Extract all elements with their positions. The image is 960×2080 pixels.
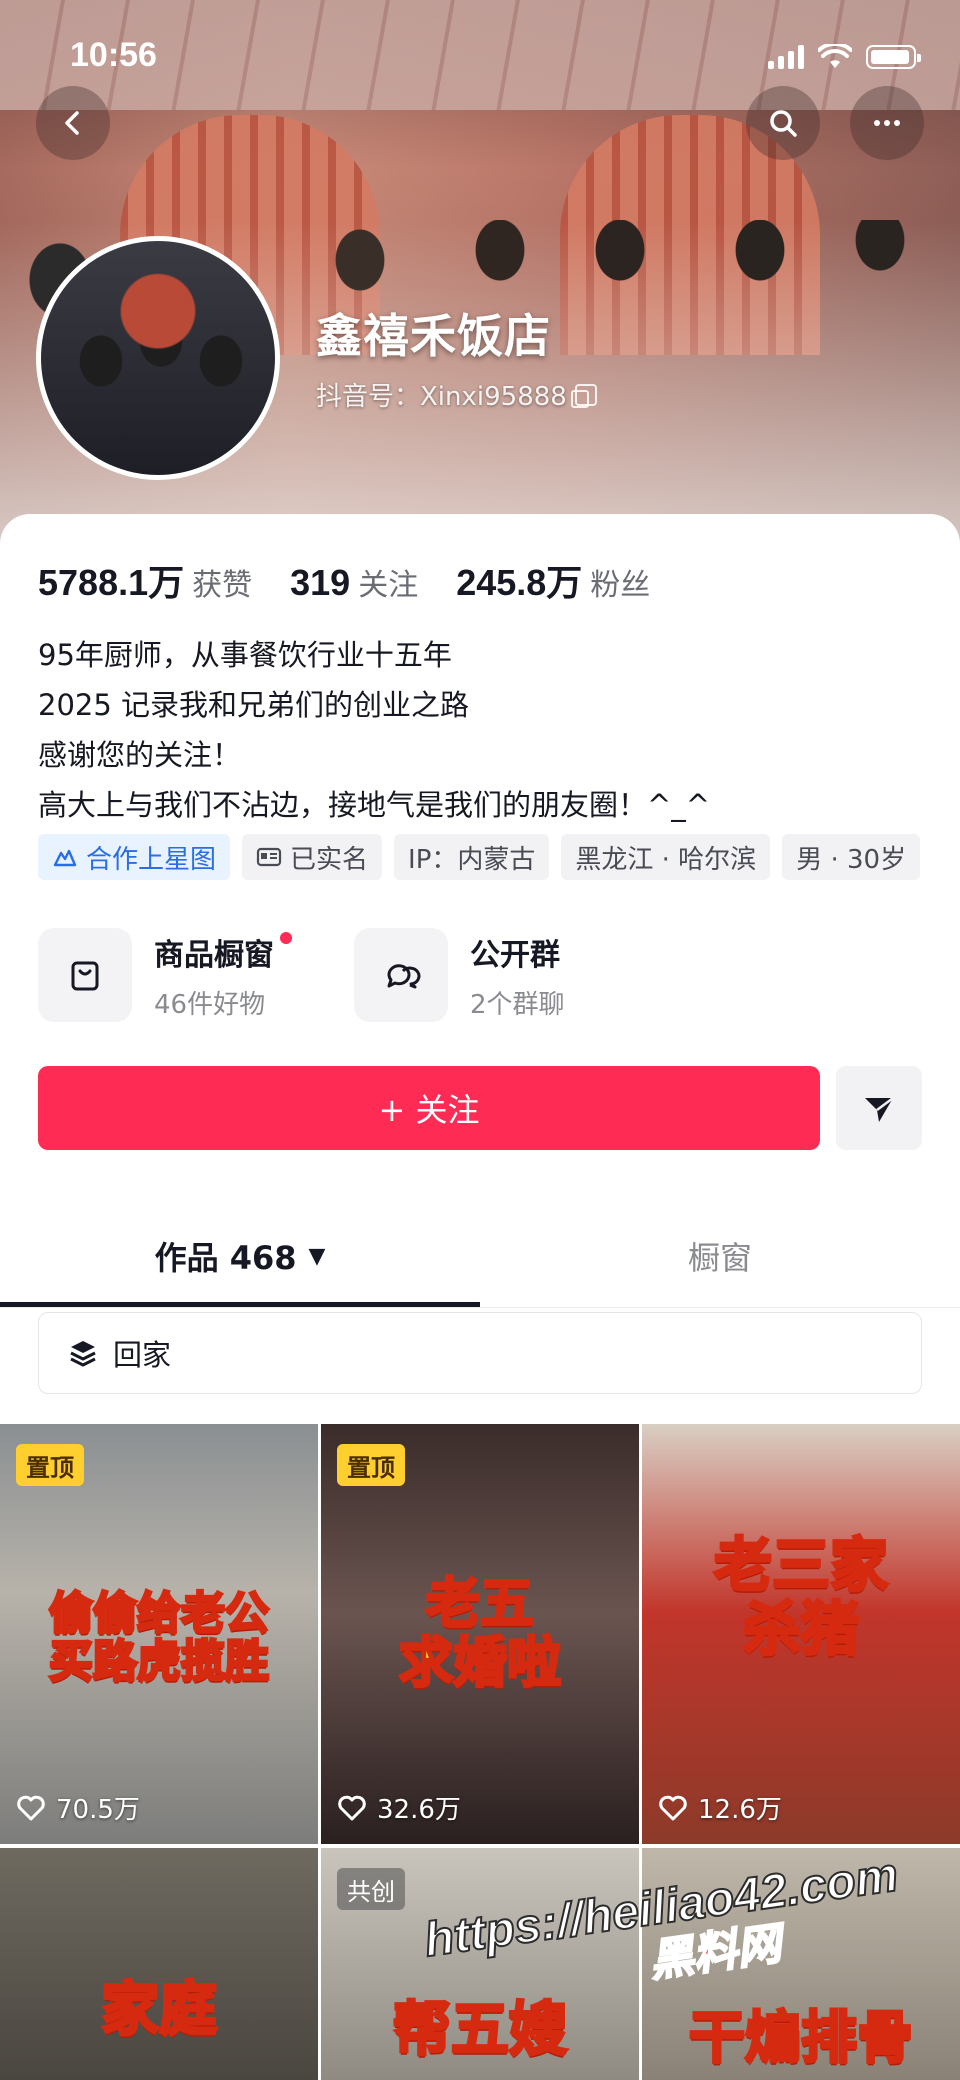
send-arrow-icon [865,1097,894,1122]
tag-label: 已实名 [290,844,369,875]
copy-icon[interactable] [570,383,597,408]
star-map-icon [53,849,77,867]
collection-label: 回家 [113,1338,172,1372]
stat-following[interactable]: 319 关注 [290,560,418,604]
heart-icon [659,1795,687,1820]
stat-label: 粉丝 [590,568,651,603]
cellular-signal-icon [768,45,804,69]
collection-chip[interactable]: 回家 [38,1312,922,1394]
video-tile[interactable]: 置顶 偷偷给老公 买路虎揽胜 70.5万 [0,1424,318,1844]
content-tabs: 作品 468 ▼ 橱窗 [0,1204,960,1308]
tag-star-map[interactable]: 合作上星图 [38,834,231,880]
wifi-icon [817,41,853,70]
tag-label: 合作上星图 [86,844,217,875]
stat-value: 5788.1万 [38,562,185,603]
battery-level [871,50,909,64]
heart-icon [338,1795,366,1820]
heart-icon [17,1795,45,1820]
avatar[interactable] [36,236,280,480]
stat-label: 获赞 [192,568,253,603]
video-caption: 老五 求婚啦 [398,1572,563,1695]
public-group-title: 公开群 [470,937,560,973]
video-caption: 偷偷给老公 买路虎揽胜 [48,1588,271,1688]
video-likes: 32.6万 [337,1789,461,1826]
more-horizontal-icon [874,120,900,126]
more-button[interactable] [850,86,924,160]
id-card-icon [256,847,282,867]
pinned-badge: 置顶 [16,1444,84,1486]
system-icons [768,41,921,70]
video-caption: 干煸排骨 [688,2006,915,2071]
notification-dot [280,931,292,944]
chat-bubbles-icon [387,964,421,989]
video-tile[interactable]: 置顶 老五 求婚啦 32.6万 [321,1424,639,1844]
battery-icon [866,45,921,69]
tab-works[interactable]: 作品 468 ▼ [0,1204,480,1308]
shopping-bag-icon [71,961,99,991]
public-group-count: 2个群聊 [470,989,565,1020]
video-tile[interactable]: 家庭 [0,1848,318,2080]
caret-down-icon: ▼ [308,1243,326,1269]
chevron-left-icon [65,111,79,135]
status-bar: 10:56 [0,0,960,110]
video-likes: 70.5万 [16,1789,140,1826]
shop-window-icon-box [38,928,132,1022]
share-button[interactable] [836,1066,922,1150]
bio-line: 95年厨师，从事餐饮行业十五年 [38,638,452,672]
shop-window-count: 46件好物 [154,989,266,1020]
stat-value: 245.8万 [456,562,583,603]
layers-icon [70,1341,96,1367]
shop-window-title: 商品橱窗 [154,930,292,974]
back-button[interactable] [36,86,110,160]
search-icon [770,110,797,137]
public-group-icon-box [354,928,448,1022]
tag-label: 男 · 30岁 [796,844,907,875]
tag-gender-age: 男 · 30岁 [782,834,921,880]
tab-label: 作品 468 [154,1239,297,1277]
video-caption: 家庭 [99,1975,218,2043]
tab-shop-window[interactable]: 橱窗 [480,1204,960,1308]
video-caption: 老三家 杀猪 [712,1531,889,1663]
bio-line: 感谢您的关注！ [38,738,242,772]
douyin-id-text: 抖音号：Xinxi95888 [316,382,567,412]
tag-label: 黑龙江 · 哈尔滨 [575,844,757,875]
tag-label: IP：内蒙古 [408,844,536,875]
status-time: 10:56 [70,36,157,74]
tag-row: 合作上星图 已实名 IP：内蒙古 黑龙江 · 哈尔滨 男 · 30岁 [38,834,921,880]
shop-window-entry[interactable]: 商品橱窗 46件好物 [38,928,292,1022]
follow-button[interactable]: + 关注 [38,1066,820,1150]
stat-label: 关注 [358,568,419,603]
public-group-entry[interactable]: 公开群 2个群聊 [354,928,565,1022]
bio-line: 高大上与我们不沾边，接地气是我们的朋友圈！^_^ [38,788,711,822]
stat-likes[interactable]: 5788.1万 获赞 [38,554,252,606]
pinned-badge: 置顶 [337,1444,405,1486]
douyin-id[interactable]: 抖音号：Xinxi95888 [316,376,597,413]
search-button[interactable] [746,86,820,160]
bio: 95年厨师，从事餐饮行业十五年 2025 记录我和兄弟们的创业之路 感谢您的关注… [38,630,710,830]
profile-name: 鑫禧禾饭店 [316,309,551,363]
bio-line: 2025 记录我和兄弟们的创业之路 [38,688,470,722]
tag-location: 黑龙江 · 哈尔滨 [561,834,771,880]
active-tab-indicator [0,1302,480,1307]
tag-verified[interactable]: 已实名 [242,834,383,880]
stat-followers[interactable]: 245.8万 粉丝 [456,554,650,606]
stat-value: 319 [290,562,351,603]
stats-row: 5788.1万 获赞 319 关注 245.8万 粉丝 [38,554,688,606]
tag-ip: IP：内蒙古 [394,834,550,880]
video-tile[interactable]: 老三家 杀猪 12.6万 [642,1424,960,1844]
co-creation-badge: 共创 [337,1868,405,1910]
video-likes: 12.6万 [658,1789,782,1826]
